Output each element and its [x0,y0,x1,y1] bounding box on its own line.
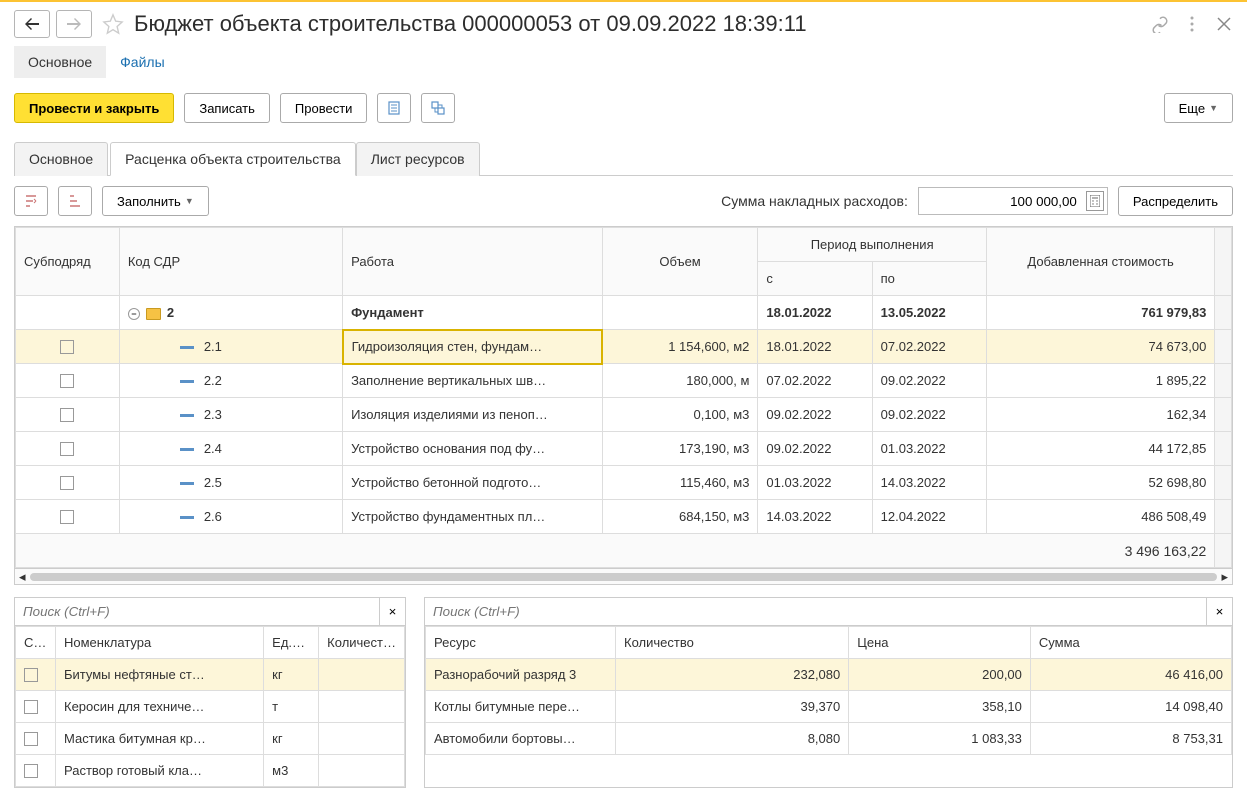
section-tab-resources[interactable]: Лист ресурсов [356,142,480,176]
toolbar-icon-2[interactable] [421,93,455,123]
horizontal-scrollbar[interactable]: ◂ ▸ [15,568,1232,584]
item-icon [180,516,194,519]
row-checkbox[interactable] [60,408,74,422]
col-period[interactable]: Период выполнения [758,228,986,262]
col-volume[interactable]: Объем [602,228,758,296]
toolbar: Провести и закрыть Записать Провести Еще… [0,79,1247,137]
row-checkbox[interactable] [24,732,38,746]
table-total-row: 3 496 163,22 [16,534,1232,568]
post-and-close-button[interactable]: Провести и закрыть [14,93,174,123]
col-to[interactable]: по [872,262,986,296]
overhead-input[interactable] [918,187,1108,215]
fill-bar: Заполнить▼ Сумма накладных расходов: Рас… [0,176,1247,226]
page-title: Бюджет объекта строительства 000000053 о… [134,11,1145,37]
col-res-sum[interactable]: Сумма [1030,627,1231,659]
close-icon[interactable] [1215,15,1233,33]
main-table: Субподряд Код СДР Работа Объем Период вы… [14,226,1233,585]
back-button[interactable] [14,10,50,38]
col-res[interactable]: Ресурс [426,627,616,659]
list-item[interactable]: Керосин для техниче… т [16,691,405,723]
link-icon[interactable] [1151,15,1169,33]
table-row[interactable]: 2.5 Устройство бетонной подгото… 115,460… [16,466,1232,500]
item-icon [180,482,194,485]
nomenclature-panel: × С… Номенклатура Ед.… Количест… Битумы … [14,597,406,788]
col-nom-name[interactable]: Номенклатура [56,627,264,659]
row-checkbox[interactable] [60,442,74,456]
title-bar: Бюджет объекта строительства 000000053 о… [0,2,1247,46]
table-row[interactable]: 2.4 Устройство основания под фу… 173,190… [16,432,1232,466]
row-checkbox[interactable] [60,476,74,490]
list-item[interactable]: Автомобили бортовы… 8,080 1 083,33 8 753… [426,723,1232,755]
list-item[interactable]: Раствор готовый кла… м3 [16,755,405,787]
row-checkbox[interactable] [60,340,74,354]
col-nom-unit[interactable]: Ед.… [264,627,319,659]
col-value[interactable]: Добавленная стоимость [986,228,1214,296]
col-nom-qty[interactable]: Количест… [319,627,405,659]
list-item[interactable]: Мастика битумная кр… кг [16,723,405,755]
scroll-left-icon[interactable]: ◂ [19,569,26,585]
table-row[interactable]: 2.3 Изоляция изделиями из пеноп… 0,100, … [16,398,1232,432]
fill-label: Заполнить [117,194,181,209]
section-tabs: Основное Расценка объекта строительства … [14,137,1233,176]
mode-tab-files[interactable]: Файлы [106,46,178,78]
col-work[interactable]: Работа [343,228,603,296]
fill-button[interactable]: Заполнить▼ [102,186,209,216]
post-button[interactable]: Провести [280,93,368,123]
row-checkbox[interactable] [60,510,74,524]
toolbar-icon-1[interactable] [377,93,411,123]
item-icon [180,414,194,417]
list-item[interactable]: Разнорабочий разряд 3 232,080 200,00 46 … [426,659,1232,691]
row-checkbox[interactable] [60,374,74,388]
scroll-right-icon[interactable]: ▸ [1221,569,1228,585]
mode-tabs: Основное Файлы [0,46,1247,79]
tree-collapse-button[interactable] [58,186,92,216]
clear-search-right[interactable]: × [1206,598,1232,625]
item-icon [180,448,194,451]
clear-search-left[interactable]: × [379,598,405,625]
calculator-icon[interactable] [1086,191,1104,211]
col-res-price[interactable]: Цена [849,627,1031,659]
col-from[interactable]: с [758,262,872,296]
item-icon [180,346,194,349]
save-button[interactable]: Записать [184,93,270,123]
col-s[interactable]: С… [16,627,56,659]
list-item[interactable]: Котлы битумные пере… 39,370 358,10 14 09… [426,691,1232,723]
section-tab-main[interactable]: Основное [14,142,108,176]
more-label: Еще [1179,101,1205,116]
collapse-icon[interactable]: − [128,308,140,320]
search-input-left[interactable] [15,598,379,625]
table-row[interactable]: 2.1 Гидроизоляция стен, фундам… 1 154,60… [16,330,1232,364]
table-group-row[interactable]: −2 Фундамент 18.01.2022 13.05.2022 761 9… [16,296,1232,330]
more-icon[interactable] [1183,15,1201,33]
table-row[interactable]: 2.2 Заполнение вертикальных шв… 180,000,… [16,364,1232,398]
tree-expand-button[interactable] [14,186,48,216]
section-tab-pricing[interactable]: Расценка объекта строительства [110,142,356,176]
search-input-right[interactable] [425,598,1206,625]
item-icon [180,380,194,383]
list-item[interactable]: Битумы нефтяные ст… кг [16,659,405,691]
row-checkbox[interactable] [24,764,38,778]
folder-icon [146,308,161,320]
mode-tab-main[interactable]: Основное [14,46,106,78]
row-checkbox[interactable] [24,700,38,714]
resources-panel: × Ресурс Количество Цена Сумма Разнорабо… [424,597,1233,788]
col-res-qty[interactable]: Количество [616,627,849,659]
distribute-button[interactable]: Распределить [1118,186,1233,216]
table-row[interactable]: 2.6 Устройство фундаментных пл… 684,150,… [16,500,1232,534]
favorite-icon[interactable] [102,13,124,35]
col-code[interactable]: Код СДР [119,228,342,296]
bottom-panels: × С… Номенклатура Ед.… Количест… Битумы … [14,597,1233,788]
overhead-label: Сумма накладных расходов: [721,193,908,209]
more-button[interactable]: Еще▼ [1164,93,1233,123]
forward-button[interactable] [56,10,92,38]
col-sub[interactable]: Субподряд [16,228,120,296]
row-checkbox[interactable] [24,668,38,682]
